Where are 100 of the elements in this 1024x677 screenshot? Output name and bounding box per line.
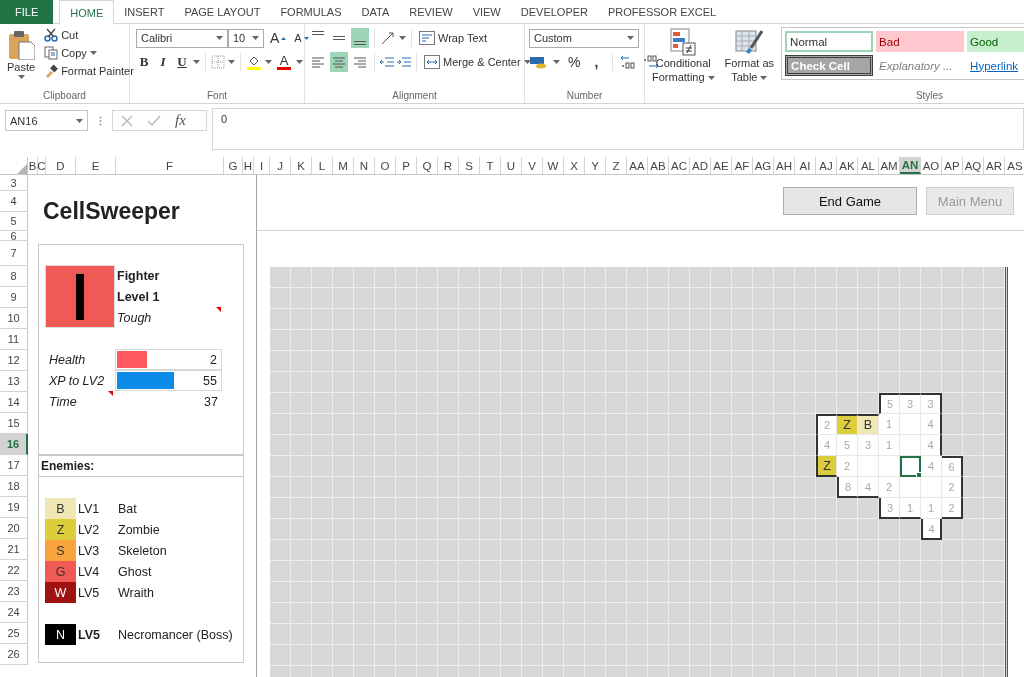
- wrap-text-button[interactable]: Wrap Text: [417, 30, 490, 46]
- ribbon-tab[interactable]: PROFESSOR EXCEL: [598, 0, 727, 24]
- file-tab[interactable]: FILE: [0, 0, 54, 24]
- row-header[interactable]: 13: [0, 371, 28, 392]
- column-header[interactable]: AR: [984, 157, 1005, 174]
- orientation-icon[interactable]: [380, 31, 396, 45]
- board-cell[interactable]: [900, 435, 921, 456]
- column-header[interactable]: X: [564, 157, 585, 174]
- accounting-icon[interactable]: [529, 55, 547, 69]
- column-header[interactable]: U: [501, 157, 522, 174]
- row-header[interactable]: 25: [0, 623, 28, 644]
- column-header[interactable]: AQ: [963, 157, 984, 174]
- ribbon-tab[interactable]: PAGE LAYOUT: [174, 0, 271, 24]
- check-icon[interactable]: [147, 114, 161, 127]
- caret-icon[interactable]: [216, 36, 223, 40]
- cell-style[interactable]: Bad: [876, 31, 965, 52]
- format-as-table-button[interactable]: Format as Table: [721, 27, 778, 88]
- enemy-tile[interactable]: Z: [816, 456, 837, 477]
- row-header[interactable]: 21: [0, 539, 28, 560]
- merge-center-button[interactable]: Merge & Center: [422, 54, 533, 70]
- row-header[interactable]: 26: [0, 644, 28, 665]
- row-header[interactable]: 3: [0, 175, 28, 191]
- align-button[interactable]: [351, 28, 369, 48]
- column-header[interactable]: AF: [732, 157, 753, 174]
- enemy-tile[interactable]: Z: [837, 414, 858, 435]
- column-header[interactable]: G: [224, 157, 243, 174]
- caret-icon[interactable]: [17, 75, 25, 79]
- row-header[interactable]: 9: [0, 287, 28, 308]
- cell-style[interactable]: Hyperlink: [967, 55, 1024, 76]
- row-header[interactable]: 5: [0, 212, 28, 231]
- column-header[interactable]: AD: [690, 157, 711, 174]
- column-header[interactable]: P: [396, 157, 417, 174]
- column-header[interactable]: H: [243, 157, 254, 174]
- caret-icon[interactable]: [89, 51, 97, 55]
- column-header[interactable]: Q: [417, 157, 438, 174]
- caret-icon[interactable]: [76, 118, 83, 123]
- column-header[interactable]: S: [459, 157, 480, 174]
- caret-icon[interactable]: [228, 60, 235, 64]
- column-header[interactable]: AN: [900, 157, 921, 174]
- formula-field[interactable]: 0: [212, 108, 1024, 150]
- cell-style[interactable]: Normal: [785, 31, 874, 52]
- ribbon-tab[interactable]: INSERT: [114, 0, 175, 24]
- font-name-field[interactable]: Calibri: [136, 28, 228, 48]
- name-box[interactable]: AN16: [5, 110, 88, 131]
- column-header[interactable]: Y: [585, 157, 606, 174]
- column-header[interactable]: AP: [942, 157, 963, 174]
- row-header[interactable]: 14: [0, 392, 28, 413]
- caret-icon[interactable]: [399, 36, 406, 40]
- column-header[interactable]: F: [116, 157, 224, 174]
- column-header[interactable]: O: [375, 157, 396, 174]
- ribbon-tab[interactable]: FORMULAS: [270, 0, 352, 24]
- enemy-tile[interactable]: B: [858, 414, 879, 435]
- font-color-button[interactable]: A: [275, 52, 293, 72]
- row-header[interactable]: 7: [0, 241, 28, 266]
- column-header[interactable]: C: [38, 157, 46, 174]
- column-header[interactable]: AC: [669, 157, 690, 174]
- row-header[interactable]: 18: [0, 476, 28, 497]
- row-header[interactable]: 4: [0, 191, 28, 212]
- caret-icon[interactable]: [296, 60, 303, 64]
- increase-decimal-icon[interactable]: [621, 55, 638, 69]
- column-header[interactable]: B: [28, 157, 38, 174]
- board-cell[interactable]: [921, 477, 942, 498]
- column-header[interactable]: AS: [1005, 157, 1024, 174]
- conditional-formatting-button[interactable]: Conditional Formatting: [649, 27, 718, 88]
- number-format-field[interactable]: Custom: [529, 28, 639, 48]
- row-header[interactable]: 8: [0, 266, 28, 287]
- row-header[interactable]: 24: [0, 602, 28, 623]
- insert-function-button[interactable]: fx: [175, 112, 186, 129]
- caret-icon[interactable]: [553, 60, 560, 64]
- cut-button[interactable]: Cut: [42, 27, 136, 43]
- column-header[interactable]: AL: [858, 157, 879, 174]
- column-header[interactable]: K: [291, 157, 312, 174]
- column-header[interactable]: AJ: [816, 157, 837, 174]
- column-header[interactable]: AG: [753, 157, 774, 174]
- caret-icon[interactable]: [523, 60, 531, 64]
- cell-style[interactable]: Explanatory ...: [876, 55, 965, 76]
- column-header[interactable]: E: [76, 157, 116, 174]
- column-header[interactable]: AK: [837, 157, 858, 174]
- underline-button[interactable]: U: [174, 52, 190, 72]
- row-header[interactable]: 19: [0, 497, 28, 518]
- row-header[interactable]: 6: [0, 231, 28, 241]
- percent-button[interactable]: %: [566, 52, 583, 72]
- column-header[interactable]: T: [480, 157, 501, 174]
- cell-style[interactable]: Good: [967, 31, 1024, 52]
- caret-icon[interactable]: [265, 60, 272, 64]
- row-header[interactable]: 17: [0, 455, 28, 476]
- column-header[interactable]: AO: [921, 157, 942, 174]
- ribbon-tab[interactable]: HOME: [59, 0, 115, 25]
- column-header[interactable]: M: [333, 157, 354, 174]
- column-header[interactable]: R: [438, 157, 459, 174]
- column-header[interactable]: N: [354, 157, 375, 174]
- ribbon-tab[interactable]: REVIEW: [399, 0, 463, 24]
- column-header[interactable]: AE: [711, 157, 732, 174]
- bold-button[interactable]: B: [136, 52, 152, 72]
- increase-indent-icon[interactable]: [397, 56, 411, 68]
- row-header[interactable]: 23: [0, 581, 28, 602]
- column-header[interactable]: I: [254, 157, 270, 174]
- caret-icon[interactable]: [707, 75, 715, 80]
- caret-icon[interactable]: [193, 60, 200, 64]
- menu-button[interactable]: End Game: [783, 187, 917, 215]
